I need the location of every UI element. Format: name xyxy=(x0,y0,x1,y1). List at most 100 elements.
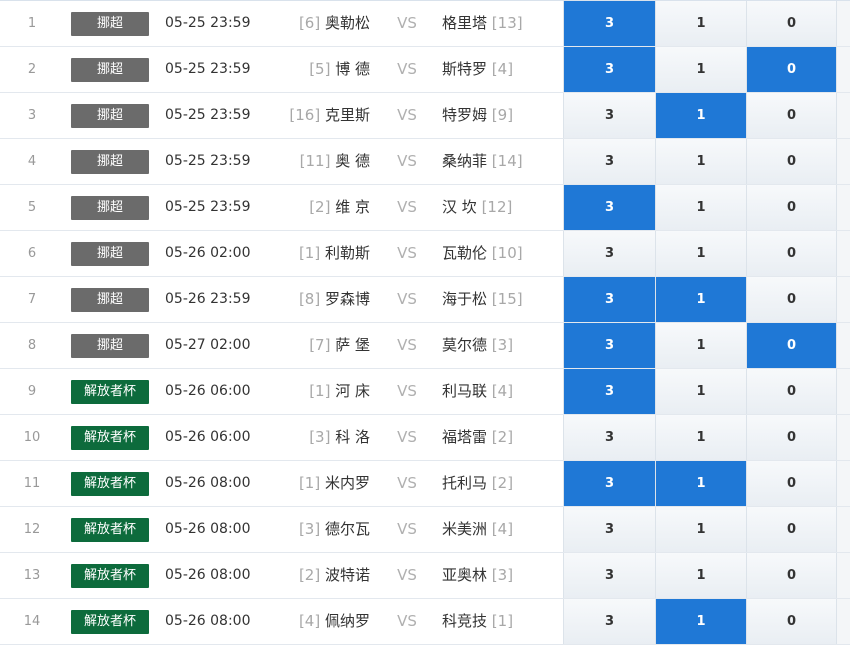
away-team[interactable]: 科竞技 [1] xyxy=(442,599,513,644)
odds-draw-button[interactable]: 1 xyxy=(655,47,746,92)
odds-win-button[interactable]: 3 xyxy=(563,1,655,46)
odds-loss-button[interactable]: 0 xyxy=(746,323,836,368)
odds-win-button[interactable]: 3 xyxy=(563,323,655,368)
away-team[interactable]: 瓦勒伦 [10] xyxy=(442,231,523,276)
match-time: 05-26 08:00 xyxy=(165,521,251,537)
league-badge[interactable]: 解放者杯 xyxy=(71,518,149,542)
odds-win-button[interactable]: 3 xyxy=(563,185,655,230)
league-badge[interactable]: 解放者杯 xyxy=(71,426,149,450)
away-team[interactable]: 托利马 [2] xyxy=(442,461,513,506)
league-badge[interactable]: 挪超 xyxy=(71,150,149,174)
odds-loss-button[interactable]: 0 xyxy=(746,369,836,414)
home-team[interactable]: [3] 科 洛 xyxy=(309,415,370,460)
odds-draw-button[interactable]: 1 xyxy=(655,461,746,506)
odds-win-button[interactable]: 3 xyxy=(563,461,655,506)
odds-draw-button[interactable]: 1 xyxy=(655,599,746,644)
odds-loss-button[interactable]: 0 xyxy=(746,507,836,552)
home-team[interactable]: [6] 奥勒松 xyxy=(299,1,370,46)
home-team[interactable]: [7] 萨 堡 xyxy=(309,323,370,368)
odds-win-button[interactable]: 3 xyxy=(563,93,655,138)
odds-draw-button[interactable]: 1 xyxy=(655,277,746,322)
odds-draw-button[interactable]: 1 xyxy=(655,185,746,230)
odds-win-button[interactable]: 3 xyxy=(563,47,655,92)
league-badge[interactable]: 解放者杯 xyxy=(71,380,149,404)
away-rank: [4] xyxy=(491,520,514,538)
home-team[interactable]: [1] 利勒斯 xyxy=(299,231,370,276)
row-scroll-edge xyxy=(836,599,850,644)
match-index: 8 xyxy=(27,338,37,353)
away-team[interactable]: 米美洲 [4] xyxy=(442,507,513,552)
odds-draw-button[interactable]: 1 xyxy=(655,139,746,184)
odds-draw-button[interactable]: 1 xyxy=(655,323,746,368)
league-badge[interactable]: 挪超 xyxy=(71,58,149,82)
home-team[interactable]: [2] 波特诺 xyxy=(299,553,370,598)
home-team[interactable]: [11] 奥 德 xyxy=(300,139,370,184)
odds-loss-button[interactable]: 0 xyxy=(746,553,836,598)
away-team[interactable]: 利马联 [4] xyxy=(442,369,513,414)
row-scroll-edge xyxy=(836,553,850,598)
odds-loss-button[interactable]: 0 xyxy=(746,231,836,276)
odds-draw-button[interactable]: 1 xyxy=(655,231,746,276)
league-badge[interactable]: 挪超 xyxy=(71,288,149,312)
row-scroll-edge xyxy=(836,185,850,230)
away-team[interactable]: 海于松 [15] xyxy=(442,277,523,322)
match-index: 13 xyxy=(23,568,41,583)
away-rank: [2] xyxy=(491,474,514,492)
away-team[interactable]: 格里塔 [13] xyxy=(442,1,523,46)
vs-label: VS xyxy=(397,198,417,216)
home-team[interactable]: [3] 德尔瓦 xyxy=(299,507,370,552)
away-team[interactable]: 福塔雷 [2] xyxy=(442,415,513,460)
row-scroll-edge xyxy=(836,415,850,460)
odds-draw-button[interactable]: 1 xyxy=(655,553,746,598)
odds-loss-button[interactable]: 0 xyxy=(746,93,836,138)
odds-draw-button[interactable]: 1 xyxy=(655,415,746,460)
home-team[interactable]: [1] 河 床 xyxy=(309,369,370,414)
home-team[interactable]: [5] 博 德 xyxy=(309,47,370,92)
away-team[interactable]: 汉 坎 [12] xyxy=(442,185,512,230)
league-badge[interactable]: 解放者杯 xyxy=(71,564,149,588)
league-badge[interactable]: 挪超 xyxy=(71,196,149,220)
home-team[interactable]: [4] 佩纳罗 xyxy=(299,599,370,644)
home-team-name: 波特诺 xyxy=(324,566,370,584)
league-badge[interactable]: 解放者杯 xyxy=(71,610,149,634)
odds-loss-button[interactable]: 0 xyxy=(746,461,836,506)
home-team[interactable]: [2] 维 京 xyxy=(309,185,370,230)
odds-loss-button[interactable]: 0 xyxy=(746,185,836,230)
odds-win-button[interactable]: 3 xyxy=(563,415,655,460)
odds-win-button[interactable]: 3 xyxy=(563,507,655,552)
league-badge[interactable]: 解放者杯 xyxy=(71,472,149,496)
away-team[interactable]: 亚奥林 [3] xyxy=(442,553,513,598)
odds-win-button[interactable]: 3 xyxy=(563,553,655,598)
odds-win-button[interactable]: 3 xyxy=(563,369,655,414)
odds-draw-button[interactable]: 1 xyxy=(655,369,746,414)
odds-loss-button[interactable]: 0 xyxy=(746,1,836,46)
odds-loss-button[interactable]: 0 xyxy=(746,139,836,184)
league-badge[interactable]: 挪超 xyxy=(71,242,149,266)
league-badge[interactable]: 挪超 xyxy=(71,334,149,358)
odds-win-button[interactable]: 3 xyxy=(563,599,655,644)
away-team[interactable]: 斯特罗 [4] xyxy=(442,47,513,92)
home-team[interactable]: [8] 罗森博 xyxy=(299,277,370,322)
away-team[interactable]: 莫尔德 [3] xyxy=(442,323,513,368)
odds-loss-button[interactable]: 0 xyxy=(746,47,836,92)
odds-win-button[interactable]: 3 xyxy=(563,139,655,184)
home-team[interactable]: [1] 米内罗 xyxy=(299,461,370,506)
odds-draw-button[interactable]: 1 xyxy=(655,93,746,138)
row-scroll-edge xyxy=(836,47,850,92)
odds-loss-button[interactable]: 0 xyxy=(746,599,836,644)
home-rank: [1] xyxy=(309,382,331,400)
odds-win-button[interactable]: 3 xyxy=(563,277,655,322)
match-index: 2 xyxy=(27,62,37,77)
odds-draw-button[interactable]: 1 xyxy=(655,1,746,46)
away-team[interactable]: 桑纳菲 [14] xyxy=(442,139,523,184)
league-badge[interactable]: 挪超 xyxy=(71,104,149,128)
odds-win-button[interactable]: 3 xyxy=(563,231,655,276)
odds-draw-button[interactable]: 1 xyxy=(655,507,746,552)
match-row: 11 解放者杯 05-26 08:00 [1] 米内罗 VS 托利马 [2] 3… xyxy=(0,461,850,507)
away-rank: [3] xyxy=(491,336,514,354)
league-badge[interactable]: 挪超 xyxy=(71,12,149,36)
away-team[interactable]: 特罗姆 [9] xyxy=(442,93,513,138)
odds-loss-button[interactable]: 0 xyxy=(746,415,836,460)
home-team[interactable]: [16] 克里斯 xyxy=(289,93,370,138)
odds-loss-button[interactable]: 0 xyxy=(746,277,836,322)
